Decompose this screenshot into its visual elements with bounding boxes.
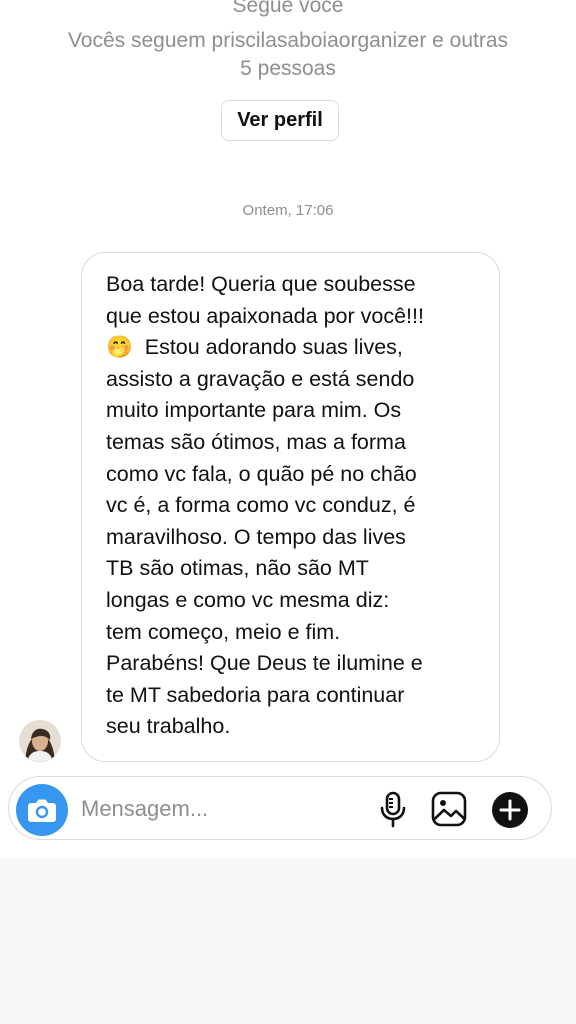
plus-circle-icon	[492, 792, 528, 828]
received-message-bubble[interactable]: Boa tarde! Queria que soubesse que estou…	[81, 252, 500, 762]
message-text-part-2: Estou adorando suas lives, assisto a gra…	[106, 335, 423, 739]
message-text: Boa tarde! Queria que soubesse que estou…	[106, 269, 477, 743]
message-timestamp: Ontem, 17:06	[242, 202, 334, 219]
camera-icon	[28, 799, 56, 822]
voice-message-button[interactable]	[376, 791, 410, 829]
message-composer	[8, 776, 552, 840]
shushing-face-emoji: 🤭	[106, 335, 133, 360]
gallery-button[interactable]	[430, 790, 468, 828]
view-profile-button[interactable]: Ver perfil	[221, 100, 339, 141]
sender-avatar[interactable]	[19, 720, 61, 762]
follows-you-text: Segue você	[232, 0, 344, 17]
chat-area: Segue você Vocês seguem priscilasaboiaor…	[0, 0, 576, 858]
message-text-part-1: Boa tarde! Queria que soubesse que estou…	[106, 272, 424, 328]
message-input[interactable]	[81, 789, 351, 829]
microphone-icon	[380, 791, 406, 828]
camera-button[interactable]	[16, 784, 68, 836]
gallery-icon	[431, 791, 467, 827]
mutual-followers-line-1: Vocês seguem priscilasaboiaorganizer e o…	[67, 29, 509, 52]
mutual-followers-line-2: 5 pessoas	[240, 57, 336, 80]
mutual-followers-text: Vocês seguem priscilasaboiaorganizer e o…	[0, 27, 576, 83]
avatar-image	[19, 720, 61, 762]
more-options-button[interactable]	[491, 791, 529, 829]
